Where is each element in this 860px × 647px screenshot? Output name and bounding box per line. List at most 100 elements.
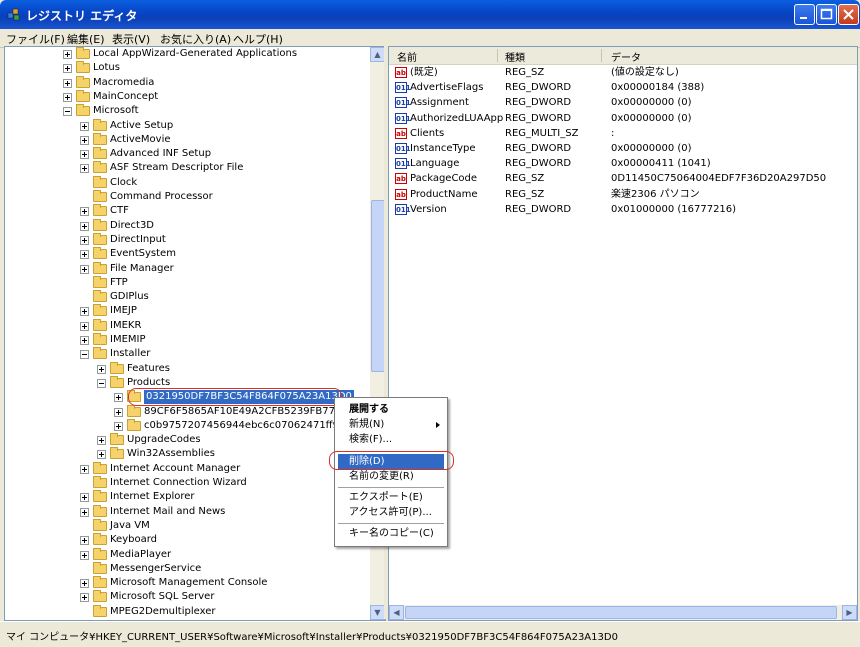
- expand-icon[interactable]: [63, 50, 72, 59]
- tree-node[interactable]: IMEMIP: [5, 333, 369, 347]
- tree-node[interactable]: Local AppWizard-Generated Applications: [5, 47, 369, 61]
- expand-icon[interactable]: [80, 122, 89, 131]
- expand-icon[interactable]: [80, 207, 89, 216]
- list-row[interactable]: ab (既定) REG_SZ (値の設定なし): [389, 65, 857, 80]
- expand-icon[interactable]: [80, 307, 89, 316]
- tree-node[interactable]: IMEKR: [5, 319, 369, 333]
- tree-node[interactable]: Internet Mail and News: [5, 505, 369, 519]
- expand-icon[interactable]: [63, 93, 72, 102]
- expand-icon[interactable]: [80, 493, 89, 502]
- tree-node[interactable]: Internet Explorer: [5, 490, 369, 504]
- column-type-header[interactable]: 種類: [505, 49, 525, 64]
- tree-node[interactable]: 89CF6F5865AF10E49A2CFB5239FB775B: [5, 405, 369, 419]
- list-row[interactable]: 011 Version REG_DWORD 0x01000000 (16777216): [389, 202, 857, 217]
- tree-node[interactable]: IMEJP: [5, 304, 369, 318]
- tree-node[interactable]: Features: [5, 362, 369, 376]
- tree-node[interactable]: MainConcept: [5, 90, 369, 104]
- menu-item-permissions[interactable]: アクセス許可(P)...: [338, 505, 444, 521]
- list-row[interactable]: ab PackageCode REG_SZ 0D11450C75064004EDF7F…: [389, 171, 857, 186]
- tree-node[interactable]: Win32Assemblies: [5, 447, 369, 461]
- list-row[interactable]: 011 Assignment REG_DWORD 0x00000000 (0): [389, 95, 857, 110]
- menu-item-find[interactable]: 検索(F)...: [338, 432, 444, 448]
- column-divider[interactable]: [497, 49, 498, 62]
- column-divider[interactable]: [601, 49, 602, 62]
- menu-file[interactable]: ファイル(F): [6, 31, 65, 47]
- tree-node[interactable]: CTF: [5, 204, 369, 218]
- expand-icon[interactable]: [114, 408, 123, 417]
- expand-icon[interactable]: [80, 250, 89, 259]
- menu-item-export[interactable]: エクスポート(E): [338, 490, 444, 506]
- expand-icon[interactable]: [80, 465, 89, 474]
- expand-icon[interactable]: [80, 322, 89, 331]
- tree-node[interactable]: ActiveMovie: [5, 133, 369, 147]
- tree-node[interactable]: File Manager: [5, 262, 369, 276]
- expand-icon[interactable]: [63, 79, 72, 88]
- menu-item-rename[interactable]: 名前の変更(R): [338, 469, 444, 485]
- expand-icon[interactable]: [80, 164, 89, 173]
- expand-icon[interactable]: [80, 579, 89, 588]
- tree-node[interactable]: UpgradeCodes: [5, 433, 369, 447]
- expand-icon[interactable]: [97, 365, 106, 374]
- tree-node[interactable]: DirectInput: [5, 233, 369, 247]
- tree-node[interactable]: Macromedia: [5, 76, 369, 90]
- expand-icon[interactable]: [80, 536, 89, 545]
- list-horizontal-scrollbar[interactable]: ◀ ▶: [389, 605, 857, 620]
- list-row[interactable]: 011 InstanceType REG_DWORD 0x00000000 (0): [389, 141, 857, 156]
- menu-item-expand[interactable]: 展開する: [338, 402, 444, 418]
- tree-node[interactable]: Microsoft SQL Server: [5, 590, 369, 604]
- expand-icon[interactable]: [80, 222, 89, 231]
- column-data-header[interactable]: データ: [611, 49, 641, 64]
- tree-node[interactable]: Advanced INF Setup: [5, 147, 369, 161]
- collapse-icon[interactable]: [63, 107, 72, 116]
- collapse-icon[interactable]: [80, 350, 89, 359]
- tree-node[interactable]: Java VM: [5, 519, 369, 533]
- scroll-right-button[interactable]: ▶: [842, 605, 857, 620]
- tree-node[interactable]: Installer: [5, 347, 369, 361]
- tree-node[interactable]: Lotus: [5, 61, 369, 75]
- list-row[interactable]: ab ProductName REG_SZ 楽速2306 パソコン: [389, 187, 857, 202]
- list-row[interactable]: 011 Language REG_DWORD 0x00000411 (1041): [389, 156, 857, 171]
- close-button[interactable]: [838, 4, 859, 25]
- column-name-header[interactable]: 名前: [397, 49, 417, 64]
- expand-icon[interactable]: [97, 436, 106, 445]
- menu-favorites[interactable]: お気に入り(A): [160, 31, 231, 47]
- values-list-pane[interactable]: 名前 種類 データ ab (既定) REG_SZ (値の設定なし) 011 Adverti…: [388, 46, 858, 621]
- tree-node[interactable]: Clock: [5, 176, 369, 190]
- tree-node[interactable]: Direct3D: [5, 219, 369, 233]
- tree-node[interactable]: GDIPlus: [5, 290, 369, 304]
- expand-icon[interactable]: [97, 450, 106, 459]
- expand-icon[interactable]: [80, 150, 89, 159]
- tree-node[interactable]: Microsoft: [5, 104, 369, 118]
- expand-icon[interactable]: [80, 336, 89, 345]
- list-row[interactable]: 011 AdvertiseFlags REG_DWORD 0x00000184 (38…: [389, 80, 857, 95]
- expand-icon[interactable]: [63, 64, 72, 73]
- tree-node[interactable]: MediaPlayer: [5, 548, 369, 562]
- tree-node[interactable]: ASF Stream Descriptor File: [5, 161, 369, 175]
- tree-node[interactable]: Internet Account Manager: [5, 462, 369, 476]
- tree-node[interactable]: Active Setup: [5, 119, 369, 133]
- scroll-up-button[interactable]: ▲: [370, 47, 385, 62]
- maximize-button[interactable]: [816, 4, 837, 25]
- tree-node[interactable]: Microsoft Management Console: [5, 576, 369, 590]
- menu-item-new[interactable]: 新規(N): [338, 417, 444, 433]
- menu-view[interactable]: 表示(V): [112, 31, 150, 47]
- expand-icon[interactable]: [80, 551, 89, 560]
- minimize-button[interactable]: [794, 4, 815, 25]
- expand-icon[interactable]: [80, 136, 89, 145]
- menu-edit[interactable]: 編集(E): [67, 31, 105, 47]
- tree-node[interactable]: Internet Connection Wizard: [5, 476, 369, 490]
- list-row[interactable]: ab Clients REG_MULTI_SZ:: [389, 126, 857, 141]
- scroll-down-button[interactable]: ▼: [370, 605, 385, 620]
- expand-icon[interactable]: [80, 593, 89, 602]
- expand-icon[interactable]: [114, 393, 123, 402]
- expand-icon[interactable]: [80, 508, 89, 517]
- collapse-icon[interactable]: [97, 379, 106, 388]
- tree-node[interactable]: MessengerService: [5, 562, 369, 576]
- list-row[interactable]: 011 AuthorizedLUAApp REG_DWORD 0x00000000 (…: [389, 111, 857, 126]
- tree-node[interactable]: Keyboard: [5, 533, 369, 547]
- expand-icon[interactable]: [80, 236, 89, 245]
- menu-help[interactable]: ヘルプ(H): [233, 31, 283, 47]
- tree-node[interactable]: FTP: [5, 276, 369, 290]
- expand-icon[interactable]: [80, 265, 89, 274]
- tree-node[interactable]: Command Processor: [5, 190, 369, 204]
